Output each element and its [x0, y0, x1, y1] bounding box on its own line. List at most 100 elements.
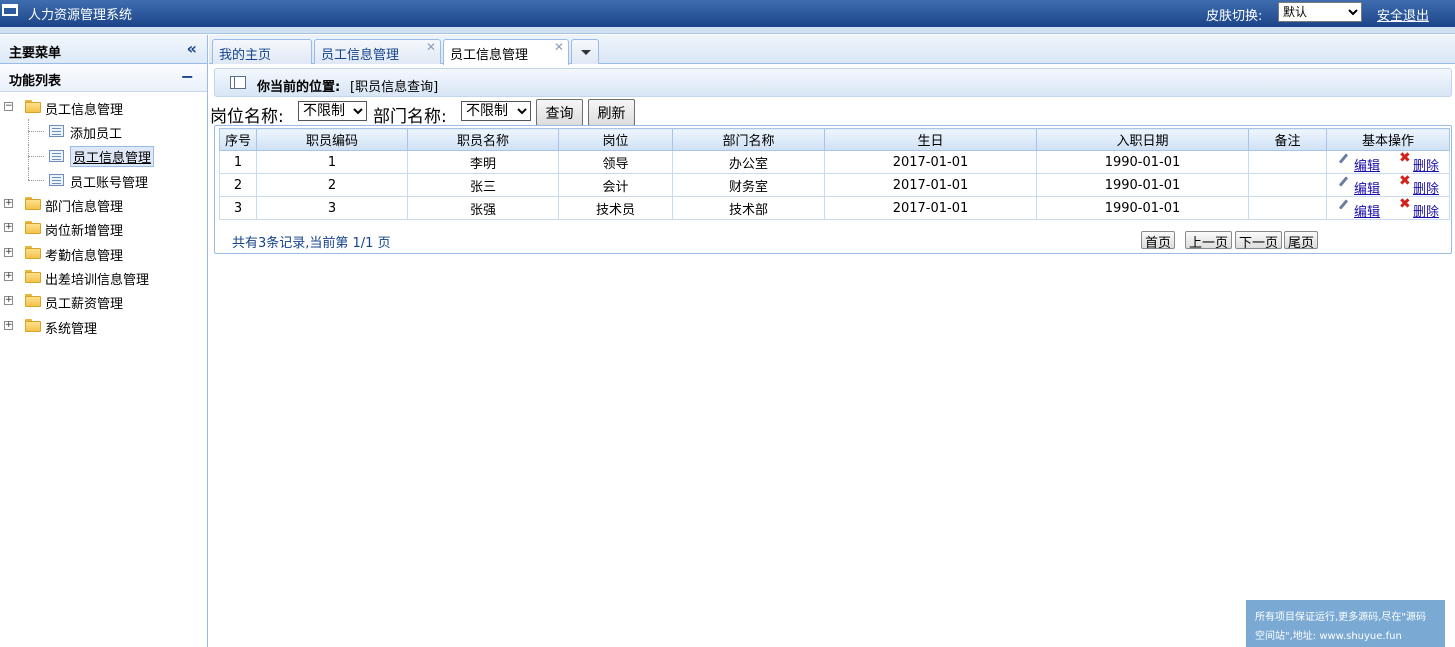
folder-icon	[25, 270, 41, 284]
cell-remark	[1248, 196, 1327, 220]
cell-employee-name: 张强	[407, 196, 559, 220]
folder-icon	[25, 245, 41, 259]
book-icon	[230, 76, 246, 89]
tree-node-department-info[interactable]: + 部门信息管理	[0, 192, 207, 216]
delete-link[interactable]: 删除	[1413, 178, 1439, 197]
collapse-section-icon[interactable]: −	[181, 67, 194, 86]
collapse-sidebar-icon[interactable]: «	[187, 39, 197, 58]
table-row[interactable]: 2 2 张三 会计 财务室 2017-01-01 1990-01-01 编辑 ✖…	[219, 173, 1450, 197]
tree-leaf-add-employee[interactable]: 添加员工	[0, 119, 207, 144]
delete-x-icon[interactable]: ✖	[1399, 174, 1411, 188]
tab-label: 员工信息管理	[450, 48, 529, 63]
pagination-bar: 共有3条记录,当前第 1/1 页 首页 上一页 下一页 尾页	[215, 227, 1451, 253]
cell-actions: 编辑 ✖ 删除	[1326, 150, 1450, 174]
prev-page-button[interactable]: 上一页	[1185, 231, 1233, 251]
tree-collapse-icon[interactable]: −	[4, 102, 13, 111]
location-value: [职员信息查询]	[350, 80, 439, 95]
watermark-banner: 所有项目保证运行,更多源码,尽在"源码 空间站",地址: www.shuyue.…	[1246, 600, 1445, 647]
column-header[interactable]: 入职日期	[1036, 128, 1249, 151]
tab-close-icon[interactable]: ✕	[426, 40, 436, 54]
app-title: 人力资源管理系统	[28, 8, 133, 23]
department-select[interactable]: 不限制	[461, 101, 531, 121]
tree-node-position-add[interactable]: + 岗位新增管理	[0, 216, 207, 240]
tree-leaf-label: 添加员工	[70, 127, 123, 143]
logout-link[interactable]: 安全退出	[1377, 5, 1429, 24]
location-label: 你当前的位置:	[257, 80, 341, 95]
cell-department: 财务室	[672, 173, 825, 197]
table-row[interactable]: 3 3 张强 技术员 技术部 2017-01-01 1990-01-01 编辑 …	[219, 196, 1450, 220]
cell-position: 技术员	[558, 196, 673, 220]
tree-node-attendance[interactable]: + 考勤信息管理	[0, 241, 207, 265]
tree-expand-icon[interactable]: +	[4, 247, 13, 257]
table-row[interactable]: 1 1 李明 领导 办公室 2017-01-01 1990-01-01 编辑 ✖…	[219, 150, 1450, 174]
pencil-icon[interactable]	[1337, 199, 1349, 211]
cell-employee-name: 李明	[407, 150, 559, 174]
column-header[interactable]: 序号	[219, 128, 257, 151]
tree-expand-icon[interactable]: +	[4, 272, 13, 282]
tree-node-system[interactable]: + 系统管理	[0, 314, 207, 338]
tree-expand-icon[interactable]: +	[4, 296, 13, 306]
tree-node-salary[interactable]: + 员工薪资管理	[0, 289, 207, 313]
cell-birthday: 2017-01-01	[824, 196, 1037, 220]
tab-employee-info-1[interactable]: 员工信息管理 ✕	[314, 39, 441, 64]
skin-switch-label: 皮肤切换:	[1206, 9, 1263, 24]
tree-leaf-employee-info[interactable]: 员工信息管理	[0, 143, 207, 168]
column-header[interactable]: 生日	[824, 128, 1037, 151]
folder-icon	[25, 221, 41, 235]
app-logo-icon	[2, 4, 18, 16]
cell-hire-date: 1990-01-01	[1036, 173, 1249, 197]
sidebar: 主要菜单 « 功能列表 − − 员工信息管理 添加员工 员工信息管理 员工账号管…	[0, 35, 208, 647]
folder-icon	[25, 318, 41, 332]
last-page-button[interactable]: 尾页	[1284, 231, 1319, 251]
cell-department: 办公室	[672, 150, 825, 174]
column-header: 基本操作	[1326, 128, 1450, 151]
skin-select[interactable]: 默认	[1278, 2, 1362, 22]
delete-link[interactable]: 删除	[1413, 201, 1439, 220]
tab-employee-info-2[interactable]: 员工信息管理 ✕	[443, 39, 569, 65]
cell-position: 会计	[558, 173, 673, 197]
tab-dropdown-icon[interactable]	[571, 39, 599, 64]
function-list-header[interactable]: 功能列表 −	[0, 64, 207, 92]
tree-expand-icon[interactable]: +	[4, 223, 13, 233]
edit-link[interactable]: 编辑	[1354, 201, 1380, 220]
tree-node-label: 员工薪资管理	[45, 297, 124, 313]
folder-open-icon	[25, 100, 41, 113]
cell-birthday: 2017-01-01	[824, 150, 1037, 174]
next-page-button[interactable]: 下一页	[1235, 231, 1283, 251]
pencil-icon[interactable]	[1337, 176, 1349, 188]
cell-index: 1	[219, 150, 257, 174]
page-icon	[49, 173, 64, 186]
column-header[interactable]: 职员编码	[256, 128, 408, 151]
tab-label: 员工信息管理	[321, 48, 400, 63]
position-select[interactable]: 不限制	[298, 101, 367, 121]
delete-x-icon[interactable]: ✖	[1399, 151, 1411, 165]
tree-expand-icon[interactable]: +	[4, 199, 13, 209]
refresh-button[interactable]: 刷新	[588, 99, 635, 126]
delete-link[interactable]: 删除	[1413, 155, 1439, 174]
delete-x-icon[interactable]: ✖	[1399, 197, 1411, 211]
column-header[interactable]: 部门名称	[672, 128, 825, 151]
tab-bar: 我的主页 员工信息管理 ✕ 员工信息管理 ✕	[209, 35, 1455, 65]
main-panel: 我的主页 员工信息管理 ✕ 员工信息管理 ✕ 你当前的位置: [职员信息查询] …	[209, 35, 1455, 647]
column-header[interactable]: 备注	[1248, 128, 1327, 151]
tree-node-travel-training[interactable]: + 出差培训信息管理	[0, 265, 207, 289]
tree-node-label: 岗位新增管理	[45, 224, 124, 240]
column-header[interactable]: 职员名称	[407, 128, 559, 151]
tree-leaf-employee-account[interactable]: 员工账号管理	[0, 167, 207, 192]
pagination-info: 共有3条记录,当前第 1/1 页	[232, 236, 391, 251]
cell-position: 领导	[558, 150, 673, 174]
column-header[interactable]: 岗位	[558, 128, 673, 151]
first-page-button[interactable]: 首页	[1141, 231, 1176, 251]
edit-link[interactable]: 编辑	[1354, 178, 1380, 197]
tree-expand-icon[interactable]: +	[4, 320, 13, 330]
watermark-line-1: 所有项目保证运行,更多源码,尽在"源码	[1255, 612, 1426, 623]
cell-hire-date: 1990-01-01	[1036, 196, 1249, 220]
sidebar-header: 主要菜单 «	[0, 35, 207, 64]
query-button[interactable]: 查询	[536, 99, 583, 126]
tab-home[interactable]: 我的主页	[212, 39, 312, 64]
tree-node-employee-info[interactable]: − 员工信息管理	[0, 95, 207, 119]
pencil-icon[interactable]	[1337, 153, 1349, 165]
employee-table: 序号 职员编码 职员名称 岗位 部门名称 生日 入职日期 备注 基本操作 1 1…	[219, 128, 1450, 220]
tab-close-icon[interactable]: ✕	[554, 40, 564, 54]
edit-link[interactable]: 编辑	[1354, 155, 1380, 174]
